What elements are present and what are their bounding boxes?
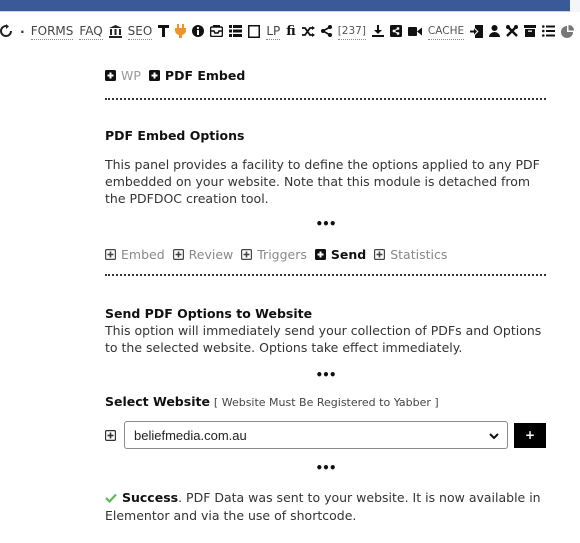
admin-toolbar: · FORMS FAQ SEO LP fi [237] CACHE <box>0 20 580 42</box>
cache-link[interactable]: CACHE <box>427 22 465 40</box>
archive-icon[interactable] <box>524 22 537 40</box>
plus-square-icon <box>148 70 160 81</box>
plus-square-icon <box>314 249 326 260</box>
tab-label: WP <box>121 68 141 83</box>
plus-square-outline-icon <box>374 249 386 260</box>
tab-pdf-embed[interactable]: PDF Embed <box>148 68 246 83</box>
lp-link[interactable]: LP <box>266 22 281 40</box>
toolbar-separator: · <box>20 23 25 39</box>
more-dots: ••• <box>315 368 336 382</box>
tab-label: Send <box>330 247 367 262</box>
add-website-button[interactable]: + <box>514 422 546 448</box>
more-dots: ••• <box>315 217 336 231</box>
success-message: Success. PDF Data was sent to your websi… <box>105 489 546 524</box>
tab-label: PDF Embed <box>164 68 246 83</box>
select-hint: [ Website Must Be Registered to Yabber ] <box>213 396 439 409</box>
plus-square-outline-icon <box>241 249 253 260</box>
share-square-icon[interactable] <box>389 22 402 40</box>
divider <box>105 98 546 100</box>
frame-icon[interactable] <box>248 22 261 40</box>
bank-icon[interactable] <box>108 22 122 40</box>
intro-description: This panel provides a facility to define… <box>105 157 540 206</box>
pie-chart-icon[interactable] <box>561 22 575 40</box>
tab-wp[interactable]: WP <box>105 68 141 83</box>
intro-section: PDF Embed Options This panel provides a … <box>105 128 546 231</box>
faq-link[interactable]: FAQ <box>79 22 103 40</box>
refresh-icon[interactable] <box>0 22 12 40</box>
tab-label: Triggers <box>257 247 307 262</box>
success-label: Success <box>122 490 179 505</box>
list-icon[interactable] <box>229 22 243 40</box>
shuffle-icon[interactable] <box>301 22 315 40</box>
sign-in-icon[interactable] <box>470 22 484 40</box>
inbox-icon[interactable] <box>210 22 224 40</box>
expand-plus-icon[interactable] <box>105 429 116 441</box>
plus-square-icon <box>105 70 116 81</box>
tab-triggers[interactable]: Triggers <box>241 247 307 262</box>
section-title: PDF Embed Options <box>105 128 245 143</box>
more-dots: ••• <box>315 461 336 475</box>
tab-embed[interactable]: Embed <box>105 247 165 262</box>
chevron-down-icon <box>489 428 499 443</box>
tools-icon[interactable] <box>506 22 519 40</box>
send-description: This option will immediately send your c… <box>105 323 542 355</box>
plus-square-outline-icon <box>105 249 116 260</box>
info-icon[interactable] <box>192 22 205 40</box>
tab-statistics[interactable]: Statistics <box>374 247 447 262</box>
tab-review[interactable]: Review <box>172 247 234 262</box>
sub-tabs: Embed Review Triggers Send Statistics <box>105 247 546 262</box>
fi-icon[interactable]: fi <box>286 22 295 40</box>
tab-label: Review <box>188 247 234 262</box>
website-select-row: beliefmedia.com.au + ••• <box>105 421 546 475</box>
filter-icon[interactable] <box>158 22 170 40</box>
select-website-label: Select Website [ Website Must Be Registe… <box>105 394 546 409</box>
forms-link[interactable]: FORMS <box>30 22 74 40</box>
section-title: Send PDF Options to Website <box>105 306 313 321</box>
top-bar-edge <box>570 0 580 12</box>
share-icon[interactable] <box>320 22 332 40</box>
plug-icon[interactable] <box>175 22 187 40</box>
divider <box>105 274 546 276</box>
browser-top-bar <box>0 0 570 12</box>
website-select[interactable]: beliefmedia.com.au <box>124 421 508 449</box>
module-tabs: WP PDF Embed <box>105 68 546 83</box>
count-link[interactable]: [237] <box>337 22 366 40</box>
tab-label: Statistics <box>390 247 448 262</box>
select-label: Select Website <box>105 394 210 409</box>
tab-label: Embed <box>121 247 165 262</box>
seo-link[interactable]: SEO <box>127 22 153 40</box>
download-icon[interactable] <box>371 22 384 40</box>
tab-send[interactable]: Send <box>314 247 367 262</box>
video-icon[interactable] <box>407 22 422 40</box>
list-ul-icon[interactable] <box>542 22 556 40</box>
plus-square-outline-icon <box>172 249 184 260</box>
check-icon <box>105 490 117 507</box>
user-icon[interactable] <box>489 22 501 40</box>
selected-website: beliefmedia.com.au <box>134 427 247 443</box>
send-section: Send PDF Options to Website This option … <box>105 306 546 409</box>
